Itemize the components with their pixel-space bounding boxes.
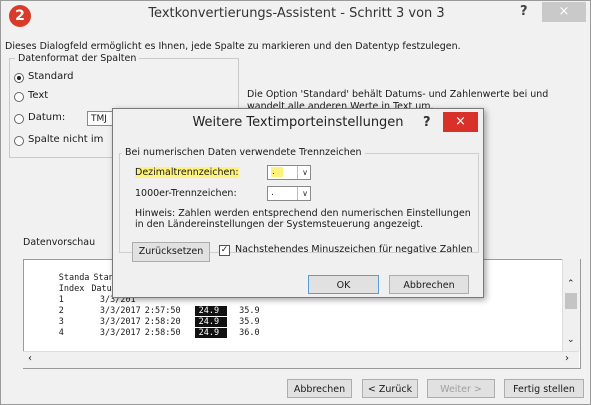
preview-cell: 24.9 — [194, 328, 228, 338]
next-button[interactable]: Weiter > — [427, 379, 495, 398]
thousands-separator-label: 1000er-Trennzeichen: — [135, 188, 237, 199]
wizard-close-button[interactable]: × — [542, 2, 586, 22]
trailing-minus-checkbox[interactable]: ✓ — [219, 245, 230, 256]
preview-cell: 4 — [58, 328, 64, 338]
scroll-down-arrow-icon[interactable]: ⌄ — [567, 335, 575, 345]
separator-group-label: Bei numerischen Daten verwendete Trennze… — [122, 147, 365, 158]
radio-skip-column-label[interactable]: Spalte nicht im — [28, 134, 103, 145]
preview-horizontal-scrollbar[interactable]: ‹ › — [23, 351, 579, 368]
dialog-help-button[interactable]: ? — [423, 115, 431, 130]
reset-button[interactable]: Zurücksetzen — [132, 242, 210, 262]
chevron-down-icon[interactable]: ∨ — [297, 166, 312, 179]
separator-note: Hinweis: Zahlen werden entsprechend den … — [135, 208, 471, 230]
data-preview-label: Datenvorschau — [23, 237, 96, 248]
scroll-left-arrow-icon[interactable]: ‹ — [28, 353, 32, 364]
scroll-thumb[interactable] — [565, 293, 577, 309]
column-format-label: Datenformat der Spalten — [15, 53, 140, 64]
radio-text-label[interactable]: Text — [28, 90, 48, 101]
preview-cell: 36.0 — [239, 328, 260, 338]
preview-vertical-scrollbar[interactable]: ⌃ ⌄ — [562, 259, 580, 351]
wizard-cancel-button[interactable]: Abbrechen — [287, 379, 352, 398]
scroll-right-arrow-icon[interactable]: › — [565, 353, 569, 364]
decimal-separator-value: . — [271, 167, 283, 177]
radio-skip-column[interactable] — [14, 136, 24, 146]
radio-standard[interactable] — [14, 73, 24, 83]
radio-date-label[interactable]: Datum: — [28, 112, 65, 123]
radio-text[interactable] — [14, 92, 24, 102]
dialog-close-button[interactable]: × — [443, 112, 478, 132]
trailing-minus-label[interactable]: Nachstehendes Minuszeichen für negative … — [235, 244, 473, 255]
finish-button[interactable]: Fertig stellen — [504, 379, 584, 398]
decimal-separator-label: Dezimaltrennzeichen: — [135, 167, 239, 178]
ok-button[interactable]: OK — [308, 275, 379, 294]
preview-cell: 2:58:50 — [144, 328, 181, 338]
preview-cell: 3/3/2017 — [99, 328, 141, 338]
preview-row-5: 4 3/3/2017 2:58:50 24.9 36.0 — [28, 317, 260, 350]
radio-date[interactable] — [14, 114, 24, 124]
back-button[interactable]: < Zurück — [362, 379, 418, 398]
radio-standard-label[interactable]: Standard — [28, 71, 74, 82]
scroll-up-arrow-icon[interactable]: ⌃ — [567, 279, 575, 289]
chevron-down-icon[interactable]: ∨ — [297, 187, 312, 200]
wizard-description: Dieses Dialogfeld ermöglicht es Ihnen, j… — [5, 41, 461, 52]
advanced-import-settings-dialog: Weitere Textimporteinstellungen ? × Bei … — [112, 108, 484, 298]
dialog-cancel-button[interactable]: Abbrechen — [389, 275, 469, 294]
wizard-help-button[interactable]: ? — [520, 4, 528, 19]
wizard-title: Textkonvertierungs-Assistent - Schritt 3… — [148, 6, 445, 21]
